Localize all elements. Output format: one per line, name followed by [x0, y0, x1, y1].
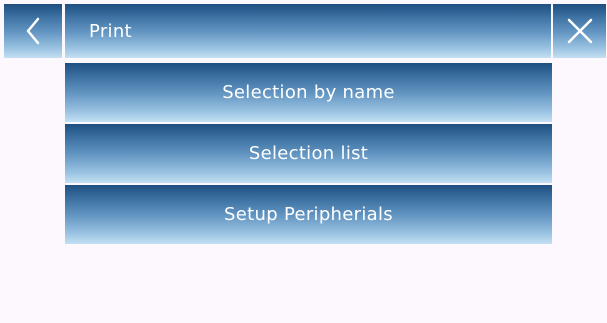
chevron-left-icon	[24, 17, 42, 45]
page-title: Print	[89, 20, 132, 42]
selection-list-button[interactable]: Selection list	[65, 124, 552, 183]
selection-by-name-button[interactable]: Selection by name	[65, 63, 552, 122]
title-bar: Print	[65, 4, 551, 58]
setup-peripherals-button[interactable]: Setup Peripherials	[65, 185, 552, 244]
close-icon	[566, 17, 594, 45]
selection-by-name-label: Selection by name	[222, 82, 395, 103]
close-button[interactable]	[553, 4, 606, 58]
selection-list-label: Selection list	[248, 143, 369, 164]
back-button[interactable]	[4, 4, 62, 58]
setup-peripherals-label: Setup Peripherials	[224, 204, 393, 225]
